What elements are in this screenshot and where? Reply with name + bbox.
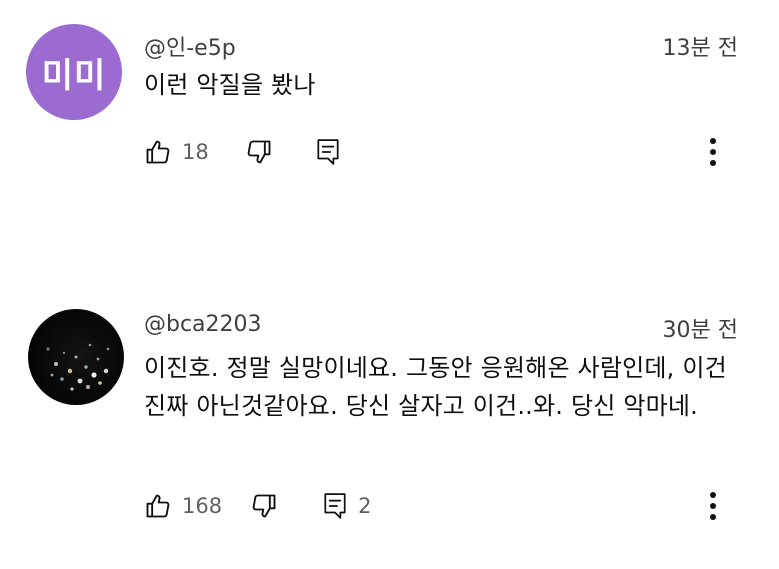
like-count: 168: [182, 494, 223, 518]
comment-time[interactable]: 30분 전: [663, 312, 738, 344]
avatar[interactable]: [28, 309, 124, 405]
avatar-image: [28, 309, 124, 405]
more-button[interactable]: [703, 486, 723, 526]
reply-count: 2: [358, 494, 372, 518]
comment-item: @bca2203 30분 전 이진호. 정말 실망이네요. 그동안 응원해온 사…: [0, 0, 779, 569]
comment-icon: [324, 493, 346, 519]
like-button[interactable]: 168: [144, 492, 222, 520]
thumbs-up-icon: [146, 494, 170, 518]
more-vertical-icon: [710, 492, 716, 498]
thumbs-down-icon: [252, 494, 276, 518]
reply-button[interactable]: 2: [322, 492, 371, 520]
dislike-button[interactable]: [250, 492, 278, 520]
comment-text: 이진호. 정말 실망이네요. 그동안 응원해온 사람인데, 이건 진짜 아닌것같…: [144, 354, 727, 420]
comment-actions: 168 2: [144, 486, 371, 526]
comment-author[interactable]: @bca2203: [144, 312, 262, 337]
avatar-photo-pattern: [46, 343, 110, 391]
